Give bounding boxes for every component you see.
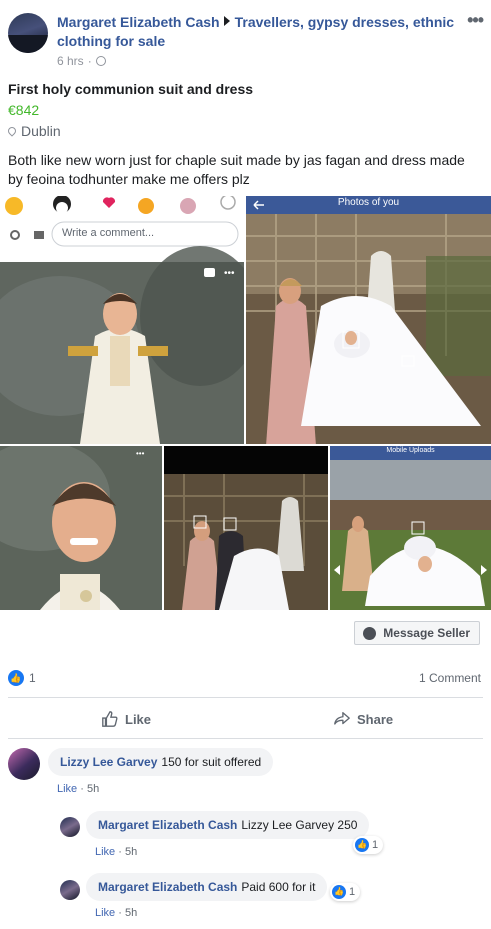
- post-time[interactable]: 6 hrs: [57, 54, 84, 68]
- globe-icon: [95, 56, 106, 66]
- author-avatar[interactable]: [8, 13, 48, 53]
- comment-meta: Like · 5h: [57, 783, 100, 795]
- reply-time[interactable]: 5h: [125, 907, 137, 919]
- reply-meta: Like · 5h: [95, 846, 138, 858]
- right-arrow-icon: [223, 16, 230, 26]
- reply-text: Paid 600 for it: [241, 880, 316, 894]
- reply-reaction-count[interactable]: 👍 1: [353, 836, 384, 854]
- location-text: Dublin: [21, 123, 61, 139]
- comment-input-placeholder: Write a comment...: [62, 227, 155, 239]
- location-pin-icon: [6, 125, 18, 137]
- svg-text:•••: •••: [136, 449, 145, 458]
- message-seller-button[interactable]: Message Seller: [354, 621, 480, 645]
- reply-bubble: Margaret Elizabeth Cash Paid 600 for it: [86, 873, 328, 901]
- photo-album-header-2: Mobile Uploads: [386, 447, 435, 454]
- photo-3[interactable]: •••: [0, 446, 162, 610]
- reply-time[interactable]: 5h: [125, 846, 137, 858]
- comment-like-link[interactable]: Like: [57, 783, 77, 795]
- reply-avatar[interactable]: [60, 880, 80, 900]
- listing-title: First holy communion suit and dress: [8, 81, 254, 97]
- messenger-icon: [363, 627, 377, 640]
- divider: [8, 738, 483, 739]
- reply-bubble: Margaret Elizabeth Cash Lizzy Lee Garvey …: [86, 811, 370, 839]
- commenter-avatar[interactable]: [8, 748, 40, 780]
- marketplace-post: Margaret Elizabeth Cash Travellers, gypsy…: [0, 0, 491, 929]
- listing-price: €842: [8, 102, 40, 118]
- photo-album-header: Photos of you: [337, 197, 400, 208]
- share-action-label: Share: [357, 711, 394, 727]
- divider: [8, 697, 483, 698]
- photo-4[interactable]: [164, 446, 328, 610]
- message-seller-label: Message Seller: [383, 626, 470, 640]
- commenter-name[interactable]: Lizzy Lee Garvey: [60, 755, 157, 769]
- svg-text:•••: •••: [224, 268, 235, 279]
- comment-count-link[interactable]: 1 Comment: [419, 671, 481, 685]
- reply-author-name[interactable]: Margaret Elizabeth Cash: [98, 818, 237, 832]
- photo-2[interactable]: Photos of you: [246, 196, 491, 444]
- author-name-link[interactable]: Margaret Elizabeth Cash: [57, 14, 220, 30]
- reply-text: Lizzy Lee Garvey 250: [241, 818, 358, 832]
- post-meta: 6 hrs ·: [57, 54, 106, 68]
- listing-location: Dublin: [6, 123, 61, 139]
- post-header: Margaret Elizabeth Cash Travellers, gypsy…: [0, 0, 491, 70]
- comment-text: 150 for suit offered: [161, 755, 262, 769]
- reaction-count: 1: [29, 671, 36, 685]
- like-reaction-icon: 👍: [332, 885, 346, 899]
- photo-1[interactable]: ••• Write a comment...: [0, 196, 244, 444]
- comment-time[interactable]: 5h: [87, 783, 99, 795]
- comment-bubble: Lizzy Lee Garvey 150 for suit offered: [48, 748, 274, 776]
- listing-description: Both like new worn just for chaple suit …: [8, 152, 465, 187]
- like-action-button[interactable]: Like: [101, 710, 151, 728]
- reply-meta: Like · 5h: [95, 907, 138, 919]
- reply-avatar[interactable]: [60, 817, 80, 837]
- reaction-summary[interactable]: 👍 1: [8, 670, 36, 686]
- reply-like-link[interactable]: Like: [95, 907, 115, 919]
- like-action-label: Like: [125, 711, 152, 727]
- thumbs-up-icon: [102, 711, 118, 727]
- share-action-button[interactable]: Share: [333, 710, 393, 728]
- share-arrow-icon: [334, 712, 350, 725]
- reply-like-link[interactable]: Like: [95, 846, 115, 858]
- reply-reaction-count[interactable]: 👍 1: [330, 883, 361, 901]
- post-author-line: Margaret Elizabeth Cash Travellers, gypsy…: [57, 13, 462, 51]
- more-options-icon[interactable]: •••: [467, 10, 484, 31]
- photo-5[interactable]: Mobile Uploads: [330, 446, 491, 610]
- reply-author-name[interactable]: Margaret Elizabeth Cash: [98, 880, 237, 894]
- like-reaction-icon: 👍: [355, 838, 369, 852]
- like-reaction-icon: 👍: [8, 670, 24, 686]
